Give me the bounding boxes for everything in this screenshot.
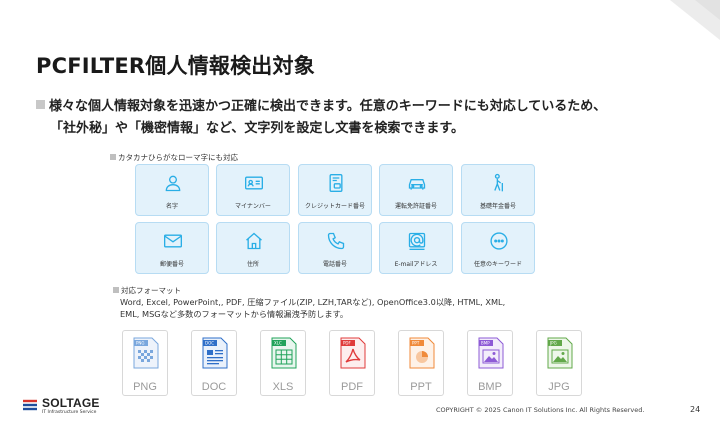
- brand-subtitle: IT Infrastructure Service: [42, 410, 97, 415]
- pdf-file-icon: PDF: [340, 337, 366, 369]
- format-card-doc: DOC DOC: [191, 330, 237, 396]
- bmp-file-icon: BMP: [478, 337, 504, 369]
- subheading-kana-label: カタカナひらがなローマ字にも対応: [118, 153, 238, 162]
- envelope-icon: [164, 234, 182, 248]
- subheading-kana: カタカナひらがなローマ字にも対応: [110, 152, 238, 163]
- doc-badge: DOC: [205, 341, 214, 346]
- house-icon: [246, 232, 262, 250]
- subheading-formats: 対応フォーマット: [113, 285, 181, 296]
- xls-badge: XLC: [274, 341, 282, 346]
- format-description-line-2: EML, MSGなど多数のフォーマットから情報漏洩予防します。: [120, 309, 349, 319]
- tile-credit-card: クレジットカード番号: [298, 164, 372, 216]
- format-card-ppt: PPT PPT: [398, 330, 444, 396]
- tile-postal-code: 郵便番号: [135, 222, 209, 274]
- corner-decoration: [670, 0, 720, 40]
- page-title: PCFILTER個人情報検出対象: [36, 54, 315, 78]
- soltage-logo-mark-icon: [23, 399, 37, 411]
- subheading-formats-label: 対応フォーマット: [121, 286, 181, 295]
- phone-icon: [327, 232, 345, 250]
- tile-pension-number: 基礎年金番号: [461, 164, 535, 216]
- lead-text: 様々な個人情報対象を迅速かつ正確に検出できます。任意のキーワードにも対応している…: [36, 96, 696, 140]
- format-label: XLS: [272, 381, 294, 393]
- format-label: PDF: [341, 381, 363, 393]
- doc-file-icon: DOC: [202, 337, 228, 369]
- jpg-file-icon: JPG: [547, 337, 573, 369]
- tile-email-address: E-mailアドレス: [379, 222, 453, 274]
- format-label: BMP: [478, 381, 502, 393]
- tile-surname: 名字: [135, 164, 209, 216]
- tile-label: 名字: [165, 203, 178, 210]
- tile-label: 郵便番号: [159, 261, 184, 268]
- png-file-icon: PNG: [133, 337, 159, 369]
- format-card-bmp: BMP BMP: [467, 330, 513, 396]
- format-label: DOC: [201, 381, 227, 393]
- xls-file-icon: XLC: [271, 337, 297, 369]
- tile-my-number: マイナンバー: [216, 164, 290, 216]
- tile-custom-keyword: 任意のキーワード: [461, 222, 535, 274]
- pdf-badge: PDF: [343, 341, 351, 346]
- format-card-png: PNG PNG: [122, 330, 168, 396]
- elderly-person-icon: [494, 173, 503, 192]
- lead-line-1: 様々な個人情報対象を迅速かつ正確に検出できます。任意のキーワードにも対応している…: [49, 99, 607, 114]
- bmp-badge: BMP: [481, 341, 490, 346]
- credit-card-icon: [329, 174, 343, 192]
- tile-address: 住所: [216, 222, 290, 274]
- id-card-icon: [245, 176, 263, 190]
- format-card-pdf: PDF PDF: [329, 330, 375, 396]
- copyright: COPYRIGHT © 2025 Canon IT Solutions Inc.…: [436, 406, 645, 414]
- format-card-jpg: JPG JPG: [536, 330, 582, 396]
- jpg-badge: JPG: [549, 341, 557, 346]
- ellipsis-icon: [490, 232, 508, 250]
- ppt-file-icon: PPT: [409, 337, 435, 369]
- tile-label: 運転免許証番号: [394, 203, 437, 210]
- lead-line-2: 「社外秘」や「機密情報」など、文字列を設定し文書を検索できます。: [50, 121, 465, 136]
- format-description: Word, Excel, PowerPoint,, PDF, 圧縮ファイル(ZI…: [120, 296, 600, 320]
- bullet-square: [110, 154, 116, 160]
- tile-label: マイナンバー: [235, 203, 271, 210]
- bullet-square: [113, 287, 119, 293]
- format-label: PNG: [133, 381, 157, 393]
- tile-label: E-mailアドレス: [394, 261, 438, 268]
- tile-label: 基礎年金番号: [479, 203, 516, 210]
- person-icon: [165, 175, 181, 192]
- bullet-square: [36, 100, 45, 109]
- tile-label: 電話番号: [322, 261, 347, 268]
- format-label: PPT: [410, 381, 432, 393]
- tile-phone-number: 電話番号: [298, 222, 372, 274]
- tile-label: 住所: [246, 261, 259, 268]
- brand-name: SOLTAGE: [42, 396, 100, 410]
- page-number: 24: [690, 405, 701, 414]
- tile-label: クレジットカード番号: [304, 203, 365, 210]
- email-at-icon: [408, 232, 426, 250]
- png-badge: PNG: [136, 341, 145, 346]
- tile-driver-license: 運転免許証番号: [379, 164, 453, 216]
- tile-label: 任意のキーワード: [473, 261, 522, 268]
- format-label: JPG: [548, 381, 570, 393]
- format-description-line-1: Word, Excel, PowerPoint,, PDF, 圧縮ファイル(ZI…: [120, 297, 506, 307]
- format-card-xls: XLC XLS: [260, 330, 306, 396]
- ppt-badge: PPT: [412, 341, 420, 346]
- car-icon: [408, 179, 426, 190]
